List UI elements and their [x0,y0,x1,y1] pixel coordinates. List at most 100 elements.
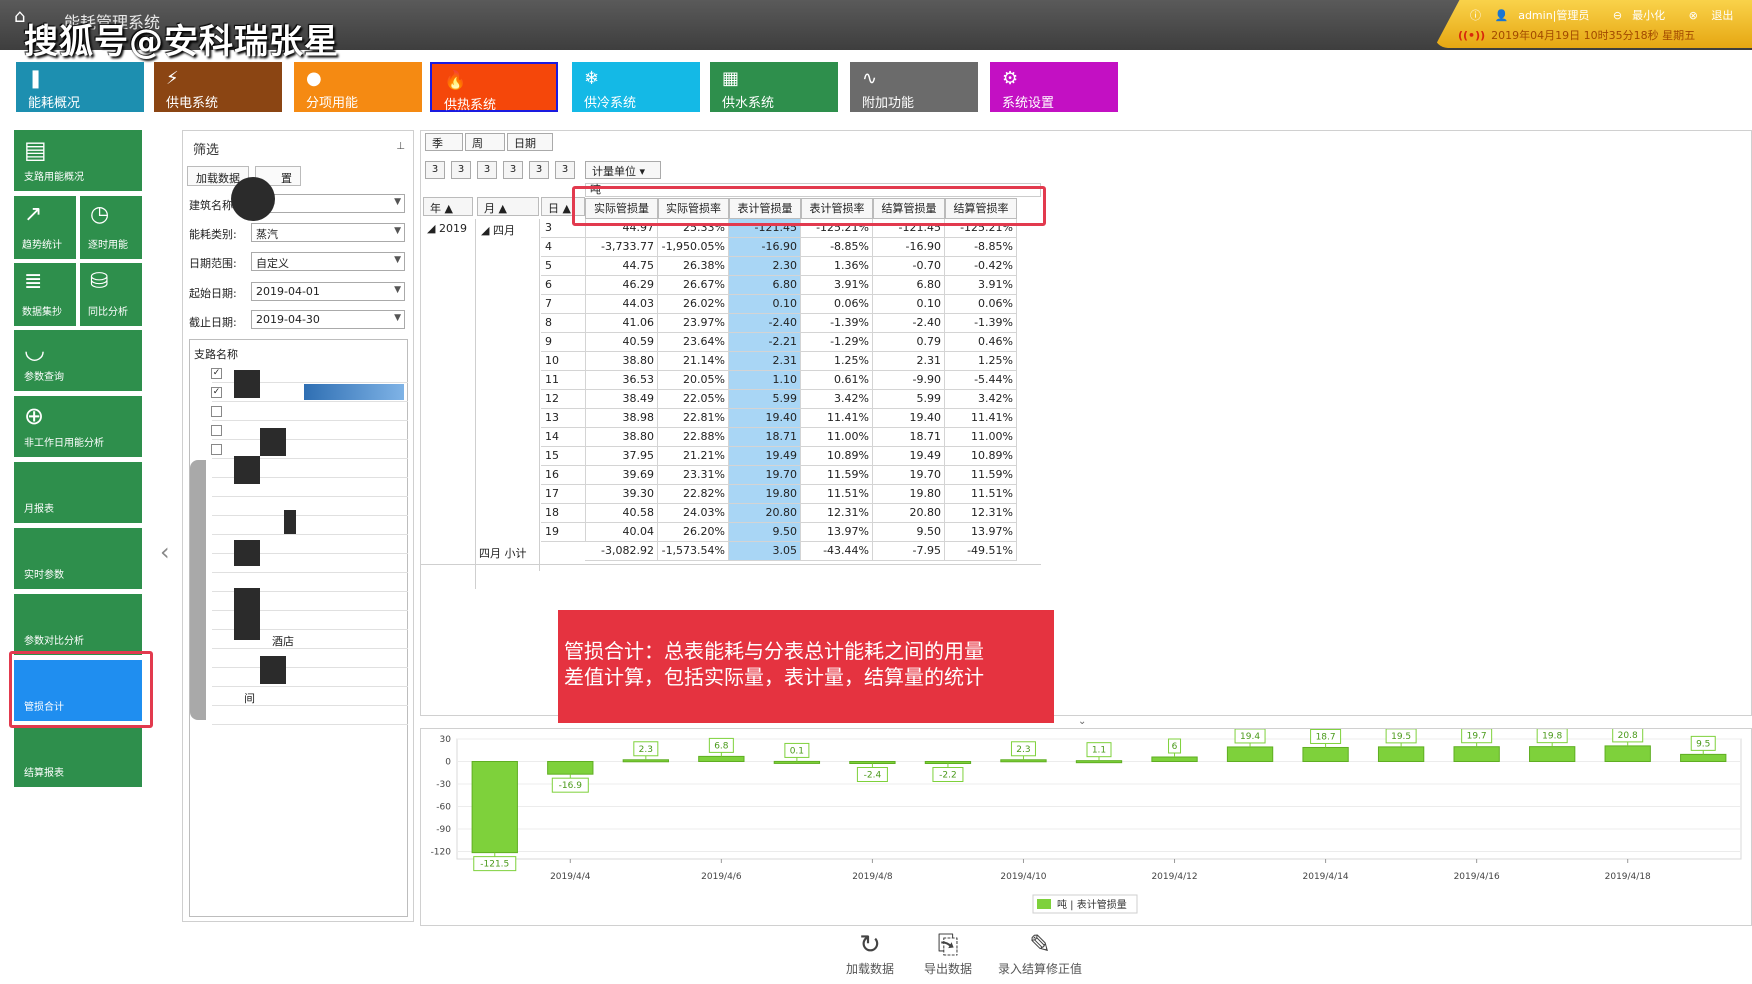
subtotal-cell[interactable]: -7.95 [873,542,945,561]
table-cell[interactable]: 44.03 [585,295,658,314]
chevron-down-icon[interactable]: ⌄ [1078,716,1086,727]
table-cell[interactable]: 2.30 [729,257,801,276]
table-cell[interactable]: -3,733.77 [585,238,658,257]
sidebar-item-9[interactable]: 实时参数 [14,528,142,589]
sidebar-item-2[interactable]: ↗ 趋势统计 [14,196,76,259]
table-cell[interactable]: 0.61% [801,371,873,390]
field-button[interactable]: 3 [477,161,497,179]
table-cell[interactable]: -2.21 [729,333,801,352]
list-item[interactable] [212,706,408,725]
table-cell[interactable]: 21.21% [658,447,729,466]
load-data-button[interactable]: ↻ 加载数据 [838,930,902,982]
table-cell[interactable]: 10.89% [801,447,873,466]
nav-tile-6[interactable]: ▦ 供水系统 [710,62,838,112]
range-select[interactable]: 自定义 ▼ [251,252,405,271]
table-cell[interactable]: 3.91% [945,276,1017,295]
table-cell[interactable]: 19.80 [729,485,801,504]
table-cell[interactable]: 1.10 [729,371,801,390]
table-cell[interactable]: 11.51% [801,485,873,504]
nav-tile-7[interactable]: ∿ 附加功能 [850,62,978,112]
table-cell[interactable]: -9.90 [873,371,945,390]
table-cell[interactable]: 26.67% [658,276,729,295]
table-cell[interactable]: 6.80 [873,276,945,295]
alarm-icon[interactable]: ((•)) [1458,29,1485,42]
table-cell[interactable]: 2.31 [729,352,801,371]
table-cell[interactable]: 26.38% [658,257,729,276]
table-cell[interactable]: 20.80 [873,504,945,523]
table-cell[interactable]: 1.36% [801,257,873,276]
sidebar-item-5[interactable]: ⛁ 同比分析 [80,263,142,326]
field-button[interactable]: 3 [503,161,523,179]
week-button[interactable]: 周 [465,133,505,151]
table-cell[interactable]: -16.90 [729,238,801,257]
sidebar-item-3[interactable]: ◷ 逐时用能 [80,196,142,259]
list-item[interactable] [212,497,408,516]
table-cell[interactable]: 26.02% [658,295,729,314]
table-cell[interactable]: 46.29 [585,276,658,295]
table-cell[interactable]: 0.46% [945,333,1017,352]
checkbox[interactable]: ✓ [211,387,222,398]
nav-tile-8[interactable]: ⚙ 系统设置 [990,62,1118,112]
table-cell[interactable]: 3.42% [801,390,873,409]
user-item[interactable]: ⓘ 👤 admin|管理员 [1470,9,1599,22]
table-cell[interactable]: 9.50 [873,523,945,542]
table-cell[interactable]: 6.80 [729,276,801,295]
table-cell[interactable]: 22.81% [658,409,729,428]
table-cell[interactable]: 0.06% [945,295,1017,314]
logout-button[interactable]: ⊗ 退出 [1689,9,1744,22]
subtotal-cell[interactable]: 3.05 [729,542,801,561]
table-cell[interactable]: 12.31% [801,504,873,523]
table-cell[interactable]: 11.41% [801,409,873,428]
table-cell[interactable]: -1.39% [801,314,873,333]
table-cell[interactable]: 23.64% [658,333,729,352]
table-cell[interactable]: 19.49 [729,447,801,466]
table-cell[interactable]: 9.50 [729,523,801,542]
table-cell[interactable]: -0.42% [945,257,1017,276]
table-cell[interactable]: 23.31% [658,466,729,485]
table-cell[interactable]: 19.70 [729,466,801,485]
sidebar-item-8[interactable]: 月报表 [14,462,142,523]
table-cell[interactable]: 19.70 [873,466,945,485]
start-date-field[interactable]: 2019-04-01 ▼ [251,282,405,301]
table-cell[interactable]: 36.53 [585,371,658,390]
table-cell[interactable]: 19.40 [873,409,945,428]
table-cell[interactable]: 5.99 [729,390,801,409]
collapse-arrow-icon[interactable]: ‹ [160,538,170,566]
list-item[interactable] [212,649,408,668]
table-cell[interactable]: 11.00% [801,428,873,447]
subtotal-cell[interactable]: -43.44% [801,542,873,561]
table-cell[interactable]: 26.20% [658,523,729,542]
table-cell[interactable]: 23.97% [658,314,729,333]
sidebar-item-7[interactable]: ⊕ 非工作日用能分析 [14,396,142,457]
table-cell[interactable]: -1,950.05% [658,238,729,257]
table-cell[interactable]: 40.58 [585,504,658,523]
sidebar-item-1[interactable]: ▤ 支路用能概况 [14,130,142,191]
pin-icon[interactable]: ⊥ [396,141,405,152]
table-cell[interactable]: -1.39% [945,314,1017,333]
sidebar-item-12[interactable]: 结算报表 [14,726,142,787]
table-cell[interactable]: 19.40 [729,409,801,428]
table-cell[interactable]: 3.91% [801,276,873,295]
table-cell[interactable]: 11.00% [945,428,1017,447]
month-node[interactable]: ◢ 四月 [481,222,515,238]
table-cell[interactable]: 19.80 [873,485,945,504]
table-cell[interactable]: 11.59% [945,466,1017,485]
sidebar-item-4[interactable]: ≣ 数据集抄 [14,263,76,326]
table-cell[interactable]: 11.51% [945,485,1017,504]
table-cell[interactable]: 40.59 [585,333,658,352]
table-cell[interactable]: 0.10 [729,295,801,314]
unit-button[interactable]: 计量单位 ▾ [585,161,661,179]
table-cell[interactable]: 37.95 [585,447,658,466]
table-cell[interactable]: 2.31 [873,352,945,371]
table-cell[interactable]: 24.03% [658,504,729,523]
table-cell[interactable]: 18.71 [729,428,801,447]
table-cell[interactable]: 13.97% [945,523,1017,542]
field-button[interactable]: 3 [451,161,471,179]
table-cell[interactable]: -8.85% [945,238,1017,257]
list-item[interactable]: 间 [212,687,408,706]
table-cell[interactable]: 21.14% [658,352,729,371]
checkbox[interactable]: ✓ [211,368,222,379]
nav-tile-3[interactable]: ● 分项用能 [294,62,422,112]
checkbox[interactable] [211,425,222,436]
field-button[interactable]: 3 [425,161,445,179]
